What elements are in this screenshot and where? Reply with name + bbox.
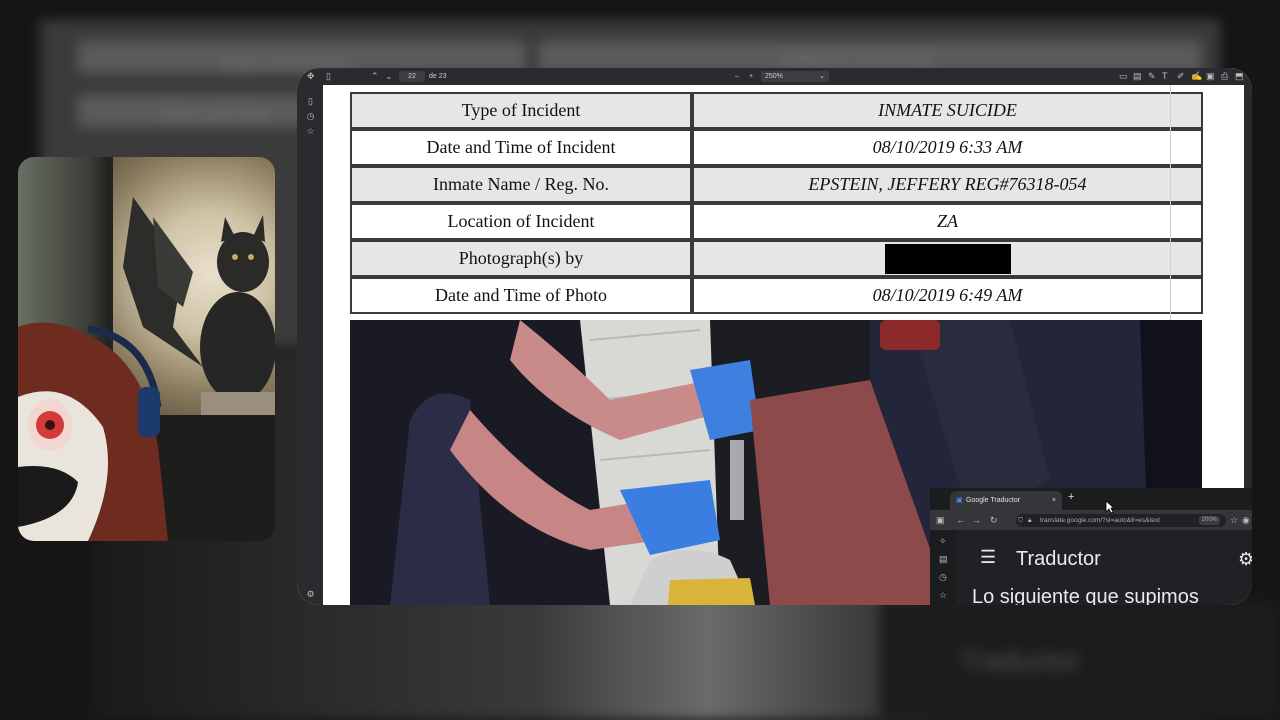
webcam-overlay [18,157,275,541]
settings-icon[interactable]: ⚙ [306,590,315,599]
incident-value: EPSTEIN, JEFFERY REG#76318-054 [692,166,1203,203]
reload-icon[interactable]: ↻ [990,515,998,526]
incident-value: 08/10/2019 6:33 AM [692,129,1203,166]
page-down-icon[interactable]: ⌄ [385,71,393,82]
print-icon[interactable]: ⎙ [1221,71,1228,82]
sidebar-icon[interactable]: ▣ [936,515,945,526]
bookmarks-icon[interactable]: ☆ [939,590,947,601]
url-field[interactable]: ⛉ 🔒︎ translate.google.com/?sl=auto&tl=es… [1016,514,1226,527]
incident-label: Type of Incident [350,92,692,129]
page-fold-line [1170,85,1171,320]
page-total: de 23 [429,73,447,80]
table-row: Location of Incident ZA [350,203,1203,240]
back-icon[interactable]: ← [956,515,965,525]
pdf-toolbar: ✥ ▯ ⌃ ⌄ 22 de 23 – + 250% ⌄ ▭ ▤ ✎ T ✐ ✍ ▣… [297,68,1252,85]
page-number-input[interactable]: 22 [399,71,425,82]
bookmark-icon[interactable]: ☆ [306,127,315,136]
image-icon[interactable]: ▣ [1206,71,1215,82]
signature-icon[interactable]: ✍ [1191,71,1202,82]
table-row: Date and Time of Incident 08/10/2019 6:3… [350,129,1203,166]
history-icon[interactable]: ◷ [306,112,315,121]
highlight-icon[interactable]: ▤ [1133,71,1142,82]
history-icon[interactable]: ◷ [939,572,947,583]
address-bar-row: ▣ ← → ↻ ⛉ 🔒︎ translate.google.com/?sl=au… [930,510,1252,530]
zoom-in-button[interactable]: + [749,71,753,82]
zoom-select[interactable]: 250% ⌄ [761,71,829,82]
account-icon[interactable]: ◉ [1242,515,1250,526]
page-up-icon[interactable]: ⌃ [371,71,379,82]
incident-label: Location of Incident [350,203,692,240]
pdf-viewer-window: ✥ ▯ ⌃ ⌄ 22 de 23 – + 250% ⌄ ▭ ▤ ✎ T ✐ ✍ ▣… [297,68,1252,605]
browser-tab-strip: ▣ Google Traductor × + [930,488,1252,510]
incident-label: Inmate Name / Reg. No. [350,166,692,203]
incident-value: 08/10/2019 6:49 AM [692,277,1203,314]
comment-icon[interactable]: ▭ [1119,71,1128,82]
table-row: Photograph(s) by [350,240,1203,277]
close-tab-button[interactable]: × [1052,491,1056,510]
move-icon[interactable]: ✥ [307,71,315,82]
new-tab-button[interactable]: + [1068,491,1074,503]
incident-label: Date and Time of Photo [350,277,692,314]
tab-google-translate[interactable]: ▣ Google Traductor × [950,491,1062,510]
google-translate-icon: ▣ [956,497,963,504]
incident-value [692,240,1203,277]
forward-icon[interactable]: → [972,515,981,525]
translator-title: Traductor [1016,548,1101,570]
incident-value: INMATE SUICIDE [692,92,1203,129]
menu-icon[interactable]: ☰ [980,547,996,568]
gear-icon[interactable]: ⚙ [1238,549,1252,570]
table-row: Date and Time of Photo 08/10/2019 6:49 A… [350,277,1203,314]
browser-sidebar: ✧ ▤ ◷ ☆ [930,530,956,605]
incident-label: Date and Time of Incident [350,129,692,166]
text-icon[interactable]: T [1162,71,1168,82]
zoom-out-button[interactable]: – [735,71,739,82]
chevron-down-icon: ⌄ [819,73,825,80]
incident-value: ZA [692,203,1203,240]
translation-text: Lo siguiente que supimos [972,586,1199,605]
pen-icon[interactable]: ✐ [1177,71,1185,82]
star-icon[interactable]: ☆ [1230,515,1238,526]
sidebar-toggle-icon[interactable]: ▯ [326,71,331,82]
blurred-translator: Traductor [880,600,1280,720]
table-row: Inmate Name / Reg. No. EPSTEIN, JEFFERY … [350,166,1203,203]
shield-icon: ⛉ [1018,517,1023,524]
mouse-cursor-icon [1105,500,1115,514]
table-row: Type of Incident INMATE SUICIDE [350,92,1203,129]
ai-icon[interactable]: ✧ [939,536,947,547]
incident-table: Type of Incident INMATE SUICIDE Date and… [350,92,1203,314]
incident-label: Photograph(s) by [350,240,692,277]
translator-browser-window: ▣ Google Traductor × + ▣ ← → ↻ ⛉ 🔒︎ tran… [930,488,1252,605]
reading-list-icon[interactable]: ▤ [939,554,948,565]
redaction-box [884,243,1011,274]
draw-icon[interactable]: ✎ [1148,71,1156,82]
viewer-left-sidebar: ▯ ◷ ☆ ⚙ [297,85,323,605]
lock-icon: 🔒︎ [1028,517,1032,524]
zoom-indicator[interactable]: 200% [1198,516,1220,525]
thumbnails-icon[interactable]: ▯ [306,97,315,106]
save-icon[interactable]: ⬒ [1235,71,1244,82]
streamer-avatar [18,322,168,541]
